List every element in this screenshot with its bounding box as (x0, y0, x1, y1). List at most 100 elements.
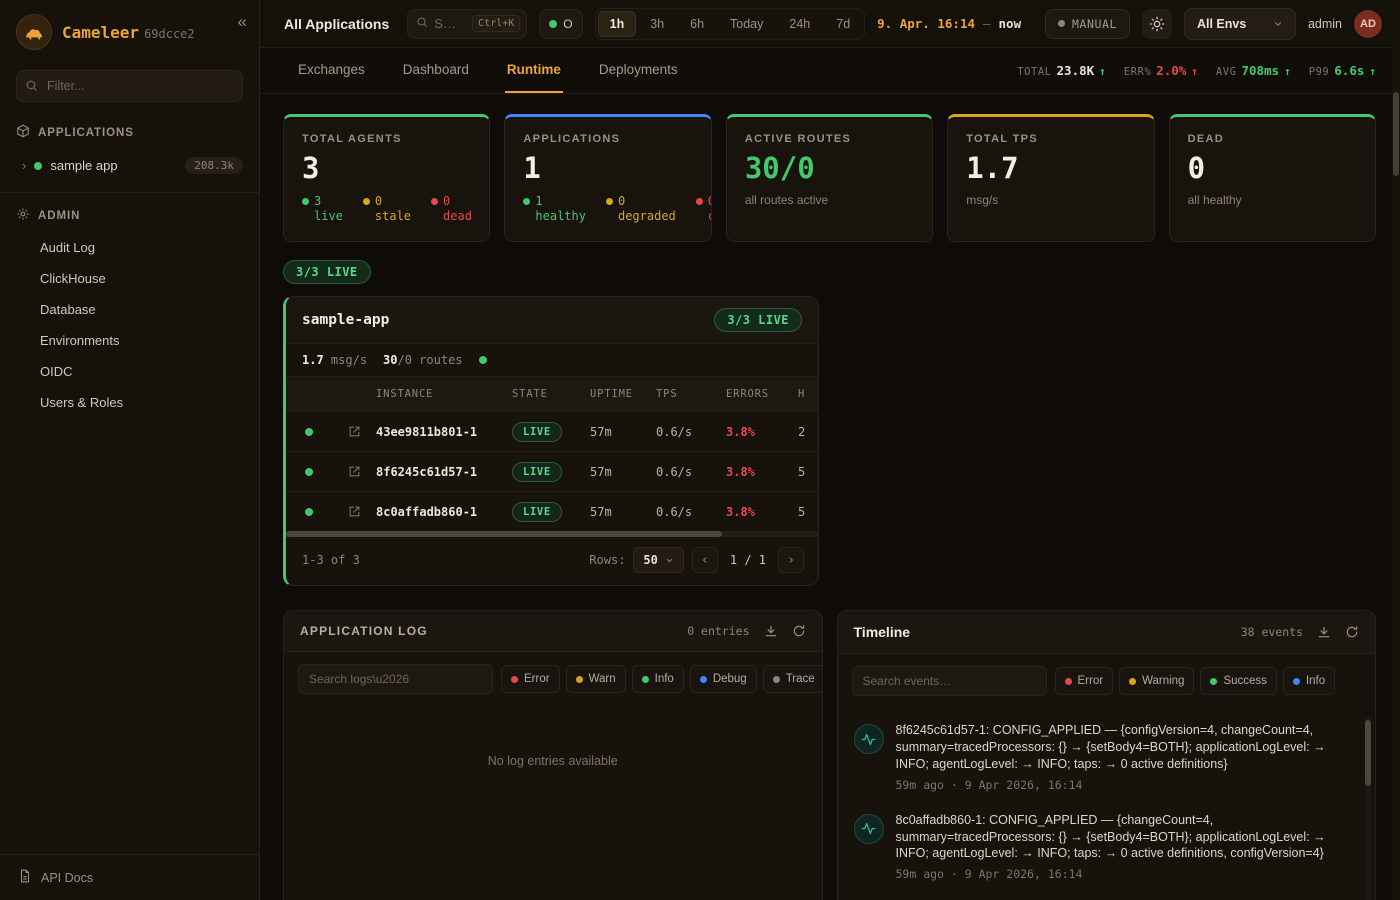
stat-card-value: 1.7 (966, 154, 1135, 183)
prev-page-button[interactable]: ‹ (692, 547, 718, 573)
overview-badge-row: 3/3 LIVE (283, 260, 1376, 284)
instance-row[interactable]: 8c0affadb860-1 LIVE 57m 0.6/s 3.8% 5 (286, 491, 818, 531)
online-indicator[interactable]: O (539, 9, 582, 39)
log-filter-chip[interactable]: Info (632, 665, 684, 693)
trend-up-icon: ↑ (1369, 65, 1376, 78)
timeline-filter-chip[interactable]: Info (1283, 667, 1335, 695)
extra-cell: 2 (798, 425, 818, 439)
global-search[interactable]: S… Ctrl+K (407, 9, 527, 39)
level-dot (642, 676, 649, 683)
level-dot (511, 676, 518, 683)
table-footer: 1-3 of 3 Rows: 50 ‹ 1 / 1 › (286, 537, 818, 585)
stat-breakdown: 1 healthy 0 degraded 0 criti (523, 194, 692, 223)
sidebar-filter (16, 70, 243, 102)
download-logs-button[interactable] (764, 624, 778, 638)
cameleer-logo-icon (16, 14, 52, 50)
sidebar-filter-input[interactable] (16, 70, 243, 102)
instances-table: INSTANCE STATE UPTIME TPS ERRORS H (286, 377, 818, 537)
timeline-filter-chip[interactable]: Success (1200, 667, 1276, 695)
breakdown-dead: 0 dead (431, 194, 472, 223)
log-filter-chip[interactable]: Warn (566, 665, 626, 693)
horizontal-scrollbar-thumb[interactable] (286, 531, 722, 537)
log-filter-chip[interactable]: Debug (690, 665, 757, 693)
sidebar-admin-item[interactable]: Database (0, 294, 259, 325)
refresh-mode-button[interactable]: MANUAL (1045, 9, 1130, 39)
dead-dot (431, 198, 438, 205)
theme-toggle-button[interactable] (1142, 9, 1172, 39)
log-search-input[interactable] (298, 664, 493, 694)
log-filter-chip[interactable]: Error (501, 665, 560, 693)
time-range-button[interactable]: 3h (638, 11, 676, 37)
breakdown-live: 3 live (302, 194, 343, 223)
timeline-event[interactable]: 43ee9811b801-1: CONFIG_APPLIED — {change… (852, 891, 1362, 900)
time-range-button[interactable]: 6h (678, 11, 716, 37)
uptime-cell: 57m (590, 465, 656, 479)
tab[interactable]: Exchanges (296, 48, 367, 93)
document-icon (18, 869, 32, 886)
sidebar-divider (0, 192, 259, 193)
tab[interactable]: Deployments (597, 48, 680, 93)
stat-card-title: TOTAL TPS (966, 133, 1135, 145)
timeline-event[interactable]: 8c0affadb860-1: CONFIG_APPLIED — {change… (852, 802, 1362, 892)
environment-select[interactable]: All Envs (1184, 8, 1296, 40)
tab[interactable]: Dashboard (401, 48, 471, 93)
api-docs-label: API Docs (41, 871, 93, 885)
stat-breakdown: 3 live 0 stale 0 dead (302, 194, 471, 223)
stat-card-subtitle: msg/s (966, 193, 1135, 207)
tps-cell: 0.6/s (656, 425, 726, 439)
collapse-sidebar-button[interactable]: « (238, 12, 247, 32)
rows-per-page-label: Rows: (589, 553, 625, 567)
time-range-button[interactable]: Today (718, 11, 775, 37)
breakdown-degraded: 0 degraded (606, 194, 676, 223)
external-link-icon[interactable] (332, 425, 376, 438)
instance-row[interactable]: 43ee9811b801-1 LIVE 57m 0.6/s 3.8% 2 (286, 411, 818, 451)
sidebar-admin-item[interactable]: Audit Log (0, 232, 259, 263)
sidebar-item-sample-app[interactable]: › sample app 208.3k (0, 149, 259, 182)
log-filter-chip[interactable]: Trace (763, 665, 823, 693)
event-text: 8c0affadb860-1: CONFIG_APPLIED — {change… (896, 812, 1360, 863)
online-dot (549, 20, 557, 28)
refresh-logs-button[interactable] (792, 624, 806, 638)
time-range-button[interactable]: 1h (598, 11, 637, 37)
external-link-icon[interactable] (332, 465, 376, 478)
next-page-button[interactable]: › (778, 547, 804, 573)
tab[interactable]: Runtime (505, 48, 563, 93)
logo-row: Cameleer69dcce2 « (0, 0, 259, 60)
state-badge: LIVE (512, 502, 562, 522)
timeline-event[interactable]: 8f6245c61d57-1: CONFIG_APPLIED — {config… (852, 712, 1362, 802)
download-events-button[interactable] (1317, 625, 1331, 639)
errors-cell: 3.8% (726, 505, 798, 519)
summary-stat: ERR% 2.0% ↑ (1124, 63, 1198, 78)
time-range-button[interactable]: 7d (824, 11, 862, 37)
log-panel-header: APPLICATION LOG 0 entries (284, 611, 822, 652)
activity-icon (854, 724, 884, 754)
timeline-scrollbar-thumb[interactable] (1365, 720, 1371, 786)
stale-dot (363, 198, 370, 205)
avatar[interactable]: AD (1354, 10, 1382, 38)
page-scrollbar-thumb[interactable] (1393, 92, 1399, 176)
stat-card-total-tps: TOTAL TPS 1.7 msg/s (947, 114, 1154, 242)
sidebar-admin-item[interactable]: Environments (0, 325, 259, 356)
sidebar-admin-item[interactable]: ClickHouse (0, 263, 259, 294)
timeline-search-input[interactable] (852, 666, 1047, 696)
instance-id: 8c0affadb860-1 (376, 505, 512, 519)
rows-per-page-select[interactable]: 50 (633, 547, 683, 573)
applications-section-label: APPLICATIONS (38, 127, 134, 139)
timeline-filter-chip[interactable]: Warning (1119, 667, 1194, 695)
timeline-filter-chip[interactable]: Error (1055, 667, 1114, 695)
time-range-button[interactable]: 24h (777, 11, 822, 37)
log-entries-count: 0 entries (687, 624, 749, 638)
instance-row[interactable]: 8f6245c61d57-1 LIVE 57m 0.6/s 3.8% 5 (286, 451, 818, 491)
api-docs-link[interactable]: API Docs (0, 854, 259, 900)
event-timestamp: 59m ago · 9 Apr 2026, 16:14 (896, 778, 1360, 792)
sidebar-admin-item[interactable]: Users & Roles (0, 387, 259, 418)
external-link-icon[interactable] (332, 505, 376, 518)
extra-cell: 5 (798, 505, 818, 519)
stat-card-title: DEAD (1188, 133, 1357, 145)
instance-status-dot (305, 508, 313, 516)
sidebar-admin-item[interactable]: OIDC (0, 356, 259, 387)
refresh-events-button[interactable] (1345, 625, 1359, 639)
topbar: All Applications S… Ctrl+K O 1h 3h 6h (260, 0, 1400, 48)
date-range-display[interactable]: 9. Apr. 16:14 — now (877, 16, 1021, 31)
healthy-dot (523, 198, 530, 205)
